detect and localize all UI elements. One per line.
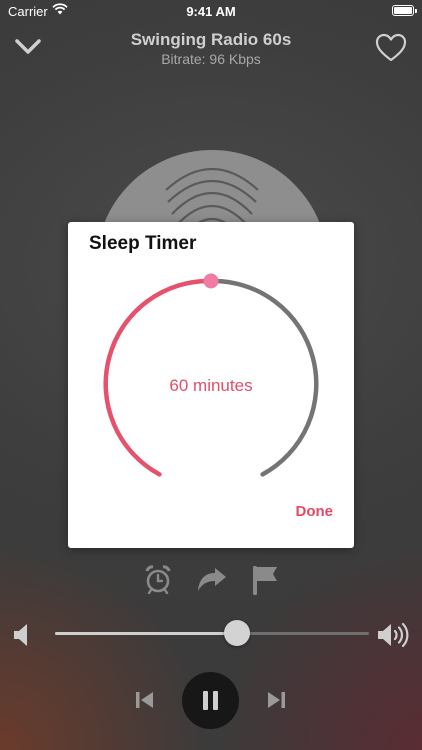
flag-icon[interactable] (250, 564, 280, 601)
volume-slider-thumb[interactable] (224, 620, 251, 646)
done-button[interactable]: Done (296, 503, 334, 520)
speaker-low-icon (12, 622, 32, 653)
battery-icon (392, 5, 417, 16)
volume-filled-track (55, 632, 238, 635)
action-row (0, 564, 422, 596)
alarm-clock-icon[interactable] (144, 564, 172, 599)
previous-track-icon[interactable] (134, 690, 156, 715)
heart-icon[interactable] (375, 33, 407, 68)
dial-thumb[interactable] (203, 273, 219, 289)
player-header: Swinging Radio 60s Bitrate: 96 Kbps (0, 28, 422, 72)
bitrate-label: Bitrate: 96 Kbps (161, 51, 261, 67)
station-title: Swinging Radio 60s (130, 30, 292, 49)
transport-controls (0, 672, 422, 732)
clock: 9:41 AM (186, 4, 236, 19)
pause-icon (203, 691, 218, 710)
next-track-icon[interactable] (265, 690, 287, 715)
speaker-high-icon (376, 622, 410, 653)
status-bar: Carrier 9:41 AM (0, 0, 422, 24)
volume-control (0, 618, 422, 650)
share-arrow-icon[interactable] (196, 567, 228, 598)
pause-button[interactable] (182, 672, 239, 729)
sleep-timer-dialog: Sleep Timer 60 minutes Done (68, 222, 354, 548)
timer-value-label: 60 minutes (169, 376, 253, 395)
